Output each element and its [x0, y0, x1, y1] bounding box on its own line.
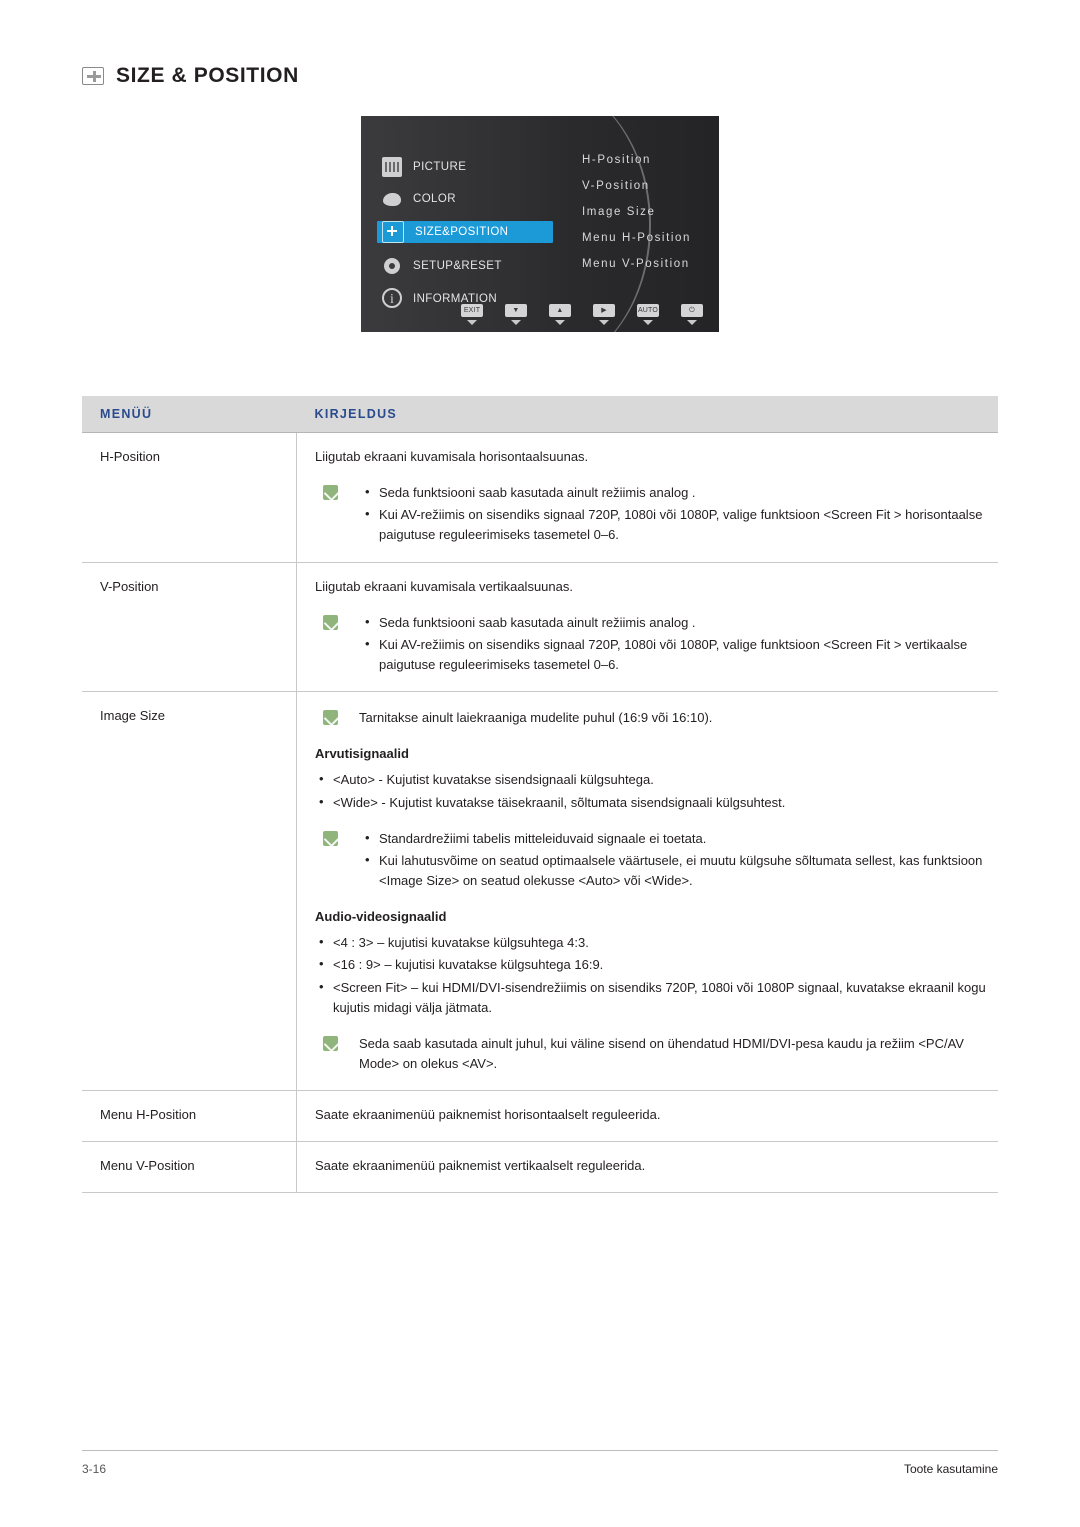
osd-item-picture: PICTURE	[361, 156, 466, 178]
osd-item-label: SETUP&RESET	[413, 260, 502, 272]
row-description: Saate ekraanimenüü paiknemist vertikaals…	[296, 1141, 998, 1194]
column-header-menu: MENÜÜ	[82, 396, 297, 433]
subsection-heading: Arvutisignaalid	[315, 746, 409, 762]
bullet-item: Kui AV-režiimis on sisendiks signaal 720…	[315, 504, 988, 545]
note-item: • Standardrežiimi tabelis mitteleiduvaid…	[315, 829, 988, 849]
column-header-description: KIRJELDUS	[296, 396, 998, 433]
gear-icon	[382, 256, 402, 276]
row-description: Liigutab ekraani kuvamisala horisontaals…	[296, 432, 998, 563]
color-palette-icon	[382, 189, 402, 209]
osd-submenu-menu-v-position: Menu V-Position	[582, 258, 690, 270]
down-triangle-icon	[511, 319, 521, 325]
table-row: Menu H-Position Saate ekraanimenüü paikn…	[82, 1090, 998, 1143]
row-description: Liigutab ekraani kuvamisala vertikaalsuu…	[296, 562, 998, 693]
footer-divider	[82, 1450, 998, 1451]
row-description: Tarnitakse ainult laiekraaniga mudelite …	[296, 691, 998, 1092]
bullet-item: Kui AV-režiimis on sisendiks signaal 720…	[315, 634, 988, 675]
down-triangle-icon	[643, 319, 653, 325]
description-text: Liigutab ekraani kuvamisala horisontaals…	[315, 449, 589, 464]
description-bullets: Kui AV-režiimis on sisendiks signaal 720…	[315, 634, 988, 675]
osd-item-size-position: SIZE&POSITION	[361, 221, 553, 243]
table-row: H-Position Liigutab ekraani kuvamisala h…	[82, 432, 998, 563]
page-number: 3-16	[82, 1462, 107, 1476]
bullet-item: <Wide> - Kujutist kuvatakse täisekraanil…	[315, 792, 988, 813]
table-row: V-Position Liigutab ekraani kuvamisala v…	[82, 562, 998, 693]
osd-item-label: PICTURE	[413, 161, 467, 173]
note-text: Seda saab kasutada ainult juhul, kui väl…	[359, 1035, 964, 1071]
down-triangle-icon	[467, 319, 477, 325]
osd-item-label: SIZE&POSITION	[415, 226, 509, 238]
page-heading: SIZE & POSITION	[82, 64, 299, 88]
footer-section: Toote kasutamine	[903, 1462, 998, 1476]
down-triangle-icon	[599, 319, 609, 325]
note-text: Seda funktsiooni saab kasutada ainult re…	[379, 614, 696, 630]
size-position-icon	[382, 221, 404, 243]
enter-button: ▶	[591, 303, 617, 325]
note-text: Seda funktsiooni saab kasutada ainult re…	[379, 485, 696, 501]
row-menu-name: H-Position	[82, 432, 297, 563]
osd-submenu-v-position: V-Position	[582, 180, 650, 192]
osd-submenu-menu-h-position: Menu H-Position	[582, 232, 692, 244]
osd-submenu-image-size: Image Size	[582, 206, 656, 218]
bullet-item: <16 : 9> – kujutisi kuvatakse külgsuhteg…	[315, 954, 988, 975]
size-position-icon	[82, 67, 104, 85]
description-text: Saate ekraanimenüü paiknemist vertikaals…	[315, 1158, 646, 1174]
description-text: Saate ekraanimenüü paiknemist horisontaa…	[315, 1107, 661, 1123]
down-triangle-icon	[555, 319, 565, 325]
note-text: Standardrežiimi tabelis mitteleiduvaid s…	[379, 830, 707, 846]
table-header-row: MENÜÜ KIRJELDUS	[82, 396, 998, 433]
note-item: • Seda funktsiooni saab kasutada ainult …	[315, 613, 988, 633]
up-button: ▲	[547, 303, 573, 325]
osd-button-bar: EXIT ▼ ▲ ▶ AUTO ⏻	[361, 296, 719, 332]
page-title: SIZE & POSITION	[116, 64, 299, 87]
table-row: Image Size Tarnitakse ainult laiekraanig…	[82, 691, 998, 1092]
bullet-item: <4 : 3> – kujutisi kuvatakse külgsuhtega…	[315, 932, 988, 953]
note-text: Tarnitakse ainult laiekraaniga mudelite …	[359, 710, 713, 726]
picture-icon	[382, 157, 402, 177]
table-row: Menu V-Position Saate ekraanimenüü paikn…	[82, 1141, 998, 1194]
bullet-item: Kui lahutusvõime on seatud optimaalsele …	[315, 850, 988, 891]
note-item: Tarnitakse ainult laiekraaniga mudelite …	[315, 708, 988, 728]
osd-screenshot: PICTURE COLOR SIZE&POSITION SETUP&RESET …	[361, 116, 719, 332]
osd-submenu-h-position: H-Position	[582, 154, 652, 166]
description-bullets: Kui AV-režiimis on sisendiks signaal 720…	[315, 504, 988, 545]
power-button: ⏻	[679, 303, 705, 325]
av-signal-bullets: <4 : 3> – kujutisi kuvatakse külgsuhtega…	[315, 932, 988, 1018]
computer-signal-bullets: <Auto> - Kujutist kuvatakse sisendsignaa…	[315, 769, 988, 813]
row-menu-name: Menu V-Position	[82, 1141, 297, 1194]
exit-button: EXIT	[459, 303, 485, 325]
description-text: Liigutab ekraani kuvamisala vertikaalsuu…	[315, 578, 573, 594]
note-bullets: Kui lahutusvõime on seatud optimaalsele …	[315, 850, 988, 891]
note-item: • Seda funktsiooni saab kasutada ainult …	[315, 483, 988, 503]
auto-button: AUTO	[635, 303, 661, 325]
down-triangle-icon	[687, 319, 697, 325]
manual-page: SIZE & POSITION PICTURE COLOR SIZE&POSIT…	[0, 0, 1080, 1527]
osd-item-setup-reset: SETUP&RESET	[361, 255, 502, 277]
menu-description-table: MENÜÜ KIRJELDUS H-Position Liigutab ekra…	[82, 396, 998, 1194]
bullet-item: <Auto> - Kujutist kuvatakse sisendsignaa…	[315, 769, 988, 790]
osd-item-label: COLOR	[413, 193, 456, 205]
row-menu-name: Menu H-Position	[82, 1090, 297, 1143]
row-menu-name: Image Size	[82, 691, 297, 1092]
note-item: Seda saab kasutada ainult juhul, kui väl…	[315, 1034, 988, 1074]
subsection-heading: Audio-videosignaalid	[315, 909, 447, 925]
row-menu-name: V-Position	[82, 562, 297, 693]
down-button: ▼	[503, 303, 529, 325]
bullet-item: <Screen Fit> – kui HDMI/DVI-sisendrežiim…	[315, 977, 988, 1018]
osd-item-color: COLOR	[361, 188, 456, 210]
row-description: Saate ekraanimenüü paiknemist horisontaa…	[296, 1090, 998, 1143]
